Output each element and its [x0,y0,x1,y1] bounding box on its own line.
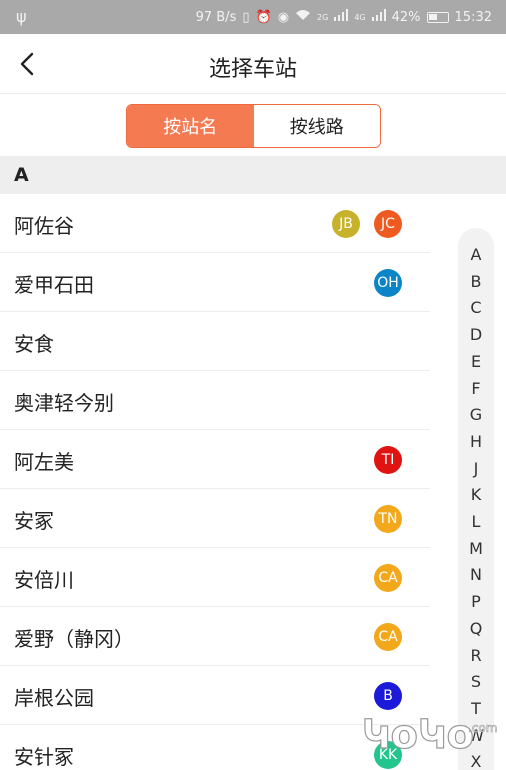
index-letter[interactable]: A [458,246,494,264]
station-name: 安食 [14,332,54,356]
station-name: 阿佐谷 [14,214,74,238]
index-letter[interactable]: J [458,459,494,478]
station-row[interactable]: 安冢 TN [0,489,430,548]
index-letter[interactable]: D [458,326,494,344]
station-name: 爱甲石田 [14,273,94,297]
index-letter[interactable]: L [458,513,494,531]
line-badge: TN [374,505,402,533]
line-badge: CA [374,623,402,651]
search-mode-toggle: 按站名 按线路 [126,104,381,148]
tab-by-station[interactable]: 按站名 [127,105,254,147]
index-letter[interactable]: P [458,593,494,611]
network-speed: 97 B/s [195,9,237,25]
line-badge: JC [374,210,402,238]
line-badge: CA [374,564,402,592]
battery-percent: 42% [391,9,421,25]
clock: 15:32 [454,9,492,25]
station-row[interactable]: 阿左美 TI [0,430,430,489]
station-name: 安倍川 [14,568,74,592]
station-name: 岸根公园 [14,686,94,710]
station-row[interactable]: 爱甲石田 OH [0,253,430,312]
station-list: 阿佐谷 JB JC 爱甲石田 OH 安食 奥津轻今别 阿左美 TI 安冢 TN 安倍川 CA 爱野（静冈）… [0,194,430,770]
watermark-logo: ԿoԿo .com [361,711,497,758]
index-letter[interactable]: H [458,432,494,451]
index-letter[interactable]: G [458,406,494,424]
station-row[interactable]: 安倍川 CA [0,548,430,607]
status-bar-indicators: 97 B/s ▯ ⏰ ◉ 2G 4G 42% 15:32 [196,9,492,25]
eye-icon: ◉ [277,9,290,25]
signal-icon-2 [371,9,386,25]
section-header: A [0,156,506,194]
station-name: 安冢 [14,509,54,533]
tab-by-line[interactable]: 按线路 [253,105,380,147]
station-name: 奥津轻今别 [14,391,114,415]
station-row[interactable]: 阿佐谷 JB JC [0,194,430,253]
line-badges: TI [374,446,402,474]
network-type-2: 4G [354,12,366,22]
alphabet-index[interactable]: ABCDEFGHJKLMNPQRSTWX [458,228,494,770]
alarm-icon: ⏰ [255,9,272,25]
watermark-text: ԿoԿo [362,712,474,758]
line-badges: CA [374,564,402,592]
line-badge: JB [332,210,360,238]
index-letter[interactable]: Q [458,619,494,638]
page-title: 选择车站 [208,57,297,82]
index-letter[interactable]: F [458,379,494,398]
index-letter[interactable]: M [458,539,494,558]
station-name: 爱野（静冈） [14,627,134,651]
index-letter[interactable]: R [458,646,494,665]
index-letter[interactable]: N [458,566,494,584]
line-badge: OH [374,269,402,297]
nav-bar: 选择车站 [0,34,506,94]
station-row[interactable]: 安食 [0,312,430,371]
line-badges: OH [374,269,402,297]
battery-icon [426,11,449,23]
index-letter[interactable]: K [458,486,494,504]
index-letter[interactable]: B [458,272,494,291]
index-letter[interactable]: C [458,299,494,317]
index-letter[interactable]: S [458,673,494,691]
index-letter[interactable]: E [458,352,494,371]
station-row[interactable]: 爱野（静冈） CA [0,607,430,666]
line-badge: TI [374,446,402,474]
line-badges: JB JC [332,210,402,238]
status-bar: ψ 97 B/s ▯ ⏰ ◉ 2G 4G 42% 15:32 [0,0,506,34]
station-name: 安针冢 [14,745,74,769]
wifi-icon [295,9,311,25]
signal-icon [334,9,349,25]
line-badges: TN [374,505,402,533]
network-type-1: 2G [317,12,329,22]
usb-icon: ψ [16,7,27,26]
vibrate-icon: ▯ [242,9,250,25]
station-row[interactable]: 奥津轻今别 [0,371,430,430]
watermark-suffix: .com [468,721,497,735]
line-badges: CA [374,623,402,651]
station-name: 阿左美 [14,450,74,474]
